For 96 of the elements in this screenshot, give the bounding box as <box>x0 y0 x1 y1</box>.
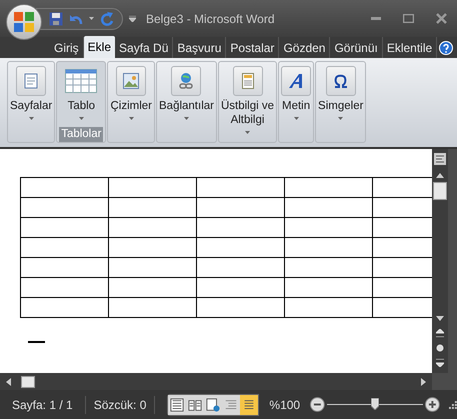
table-cell[interactable] <box>20 178 108 198</box>
maximize-icon[interactable] <box>403 14 414 23</box>
zoom-out-icon[interactable] <box>310 397 325 412</box>
office-logo-icon <box>13 10 35 32</box>
ribbon-button[interactable]: Üstbilgi ve Altbilgi <box>220 62 274 142</box>
table-cell[interactable] <box>108 218 196 238</box>
office-button[interactable] <box>6 4 42 40</box>
ribbon-button-label: Simgeler <box>318 99 364 113</box>
ribbon-button[interactable]: Simgeler <box>318 62 364 142</box>
help-icon[interactable] <box>439 41 453 55</box>
scroll-right-icon[interactable] <box>421 378 426 386</box>
dropdown-arrow-icon <box>78 117 84 120</box>
ruler-toggle-icon[interactable] <box>434 153 446 165</box>
previous-page-icon[interactable] <box>436 329 444 337</box>
view-button[interactable] <box>168 394 186 414</box>
ribbon-button-label: Üstbilgi ve <box>220 99 274 113</box>
table-cell[interactable] <box>108 278 196 298</box>
table-cell[interactable] <box>284 218 372 238</box>
table-cell[interactable] <box>20 258 108 278</box>
zoom-in-icon[interactable] <box>425 397 440 412</box>
ribbon-button[interactable]: Tablo <box>65 62 98 127</box>
table-cell[interactable] <box>20 298 108 318</box>
dropdown-arrow-icon <box>28 117 34 120</box>
view-button[interactable] <box>240 394 258 414</box>
table-cell[interactable] <box>108 258 196 278</box>
table-cell[interactable] <box>196 178 284 198</box>
scrollbar-thumb[interactable] <box>433 182 447 200</box>
table-cell[interactable] <box>108 298 196 318</box>
omega-icon <box>332 73 349 89</box>
view-button[interactable] <box>204 394 222 414</box>
page-count: Sayfa: 1 / 1 <box>0 396 86 414</box>
outline-icon <box>224 398 238 412</box>
table-cell[interactable] <box>196 238 284 258</box>
scroll-left-icon[interactable] <box>6 378 11 386</box>
table-cell[interactable] <box>196 198 284 218</box>
window-title: Belge3 - Microsoft Word <box>146 10 274 28</box>
table-cell[interactable] <box>108 178 196 198</box>
document-icon <box>242 73 254 89</box>
ribbon-tab[interactable]: Ekle <box>84 36 116 58</box>
draft-icon <box>242 398 256 412</box>
table-cell[interactable] <box>284 198 372 218</box>
close-icon[interactable] <box>436 13 447 24</box>
view-button[interactable] <box>222 394 240 414</box>
table-cell[interactable] <box>284 178 372 198</box>
view-button[interactable] <box>186 394 204 414</box>
table-cell[interactable] <box>196 218 284 238</box>
table-cell[interactable] <box>108 238 196 258</box>
book-icon <box>188 398 202 412</box>
scroll-down-icon[interactable] <box>436 316 444 321</box>
scrollbar-thumb[interactable] <box>21 376 35 388</box>
ribbon-button[interactable]: Çizimler <box>110 62 152 142</box>
minimize-icon[interactable] <box>371 16 381 20</box>
table-cell[interactable] <box>284 238 372 258</box>
table-cell[interactable] <box>196 298 284 318</box>
globe-link-icon <box>177 72 196 90</box>
ribbon-button[interactable]: Sayfalar <box>10 62 52 142</box>
text-cursor <box>28 341 45 343</box>
ribbon-button-label: Bağlantılar <box>159 99 214 113</box>
table-cell[interactable] <box>284 278 372 298</box>
page-view-icon <box>170 398 184 412</box>
group-label: Tablolar <box>59 127 104 142</box>
dropdown-arrow-icon <box>294 117 299 120</box>
table-icon <box>65 69 98 93</box>
table-cell[interactable] <box>20 238 108 258</box>
dropdown-arrow-icon[interactable] <box>89 17 94 20</box>
table-cell[interactable] <box>20 218 108 238</box>
scroll-up-icon[interactable] <box>436 173 444 178</box>
customize-toolbar-icon[interactable] <box>129 16 136 22</box>
ribbon-button-label: Tablo <box>68 99 96 113</box>
table-cell[interactable] <box>284 298 372 318</box>
word-count: Sözcük: 0 <box>86 396 156 414</box>
next-page-icon[interactable] <box>436 359 444 367</box>
dropdown-arrow-icon <box>245 131 250 134</box>
table-cell[interactable] <box>196 278 284 298</box>
dropdown-arrow-icon <box>128 117 134 120</box>
ribbon-button-label: Metin <box>282 99 310 113</box>
picture-icon <box>123 73 140 89</box>
save-icon[interactable] <box>49 12 63 26</box>
dropdown-arrow-icon <box>338 117 344 120</box>
ribbon-button[interactable]: Metin <box>281 62 312 142</box>
web-page-icon <box>206 398 220 412</box>
page-icon <box>24 73 38 89</box>
table-cell[interactable] <box>20 278 108 298</box>
table-cell[interactable] <box>20 198 108 218</box>
table-cell[interactable] <box>196 258 284 278</box>
ribbon-button[interactable]: Bağlantılar <box>159 62 214 142</box>
ribbon-button-label: Altbilgi <box>230 113 264 127</box>
resize-grip-icon[interactable] <box>448 400 457 409</box>
zoom-level[interactable]: %100 <box>269 396 300 414</box>
table-cell[interactable] <box>108 198 196 218</box>
browse-object-icon[interactable] <box>436 344 444 352</box>
zoom-slider-thumb[interactable] <box>371 398 380 410</box>
ribbon-button-label: Sayfalar <box>10 99 52 113</box>
dropdown-arrow-icon <box>184 117 189 120</box>
ribbon-button-label: Çizimler <box>110 99 152 113</box>
table-cell[interactable] <box>284 258 372 278</box>
